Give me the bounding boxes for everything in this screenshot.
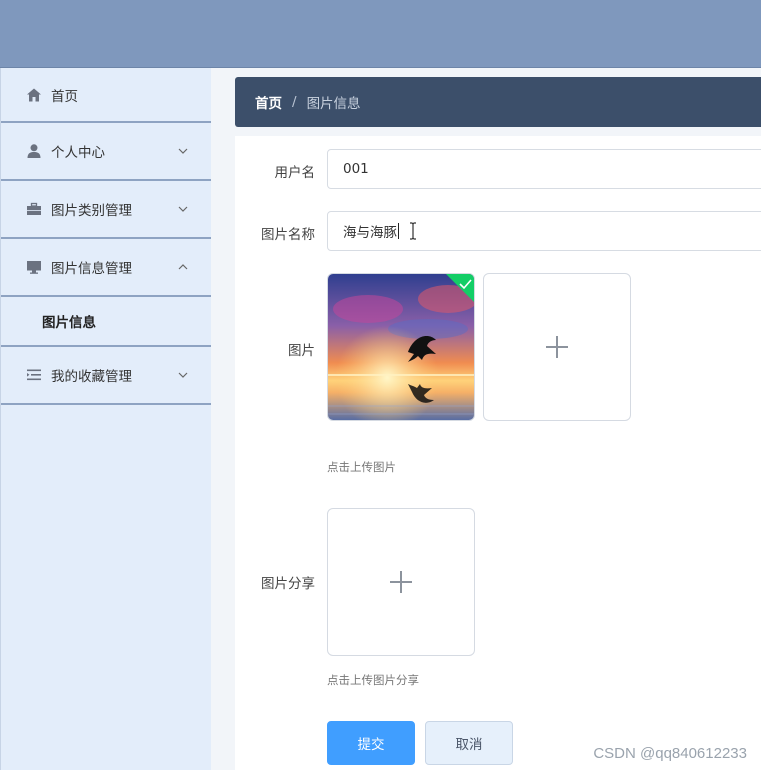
sidebar-subitem-image-info[interactable]: 图片信息: [1, 297, 211, 347]
sidebar-item-label: 图片类别管理: [51, 203, 132, 219]
csdn-watermark: CSDN @qq840612233: [593, 745, 747, 762]
text-caret: [398, 223, 399, 239]
sidebar-item-label: 图片信息管理: [51, 261, 132, 277]
image-share-upload-button[interactable]: [327, 508, 475, 656]
breadcrumb-current: 图片信息: [306, 96, 361, 112]
briefcase-icon: [25, 200, 43, 218]
list-icon: [25, 366, 43, 384]
image-label: 图片: [288, 343, 315, 359]
sidebar-item-label: 我的收藏管理: [51, 369, 132, 385]
breadcrumb: 首页 / 图片信息: [235, 77, 761, 127]
breadcrumb-home-link[interactable]: 首页: [255, 92, 282, 112]
monitor-icon: [25, 258, 43, 276]
chevron-down-icon: [178, 206, 188, 212]
image-name-value: 海与海豚: [343, 225, 397, 241]
sidebar: 首页 个人中心 图片类别管理 图片信息管理 图片信息 我的收藏管理: [0, 68, 211, 770]
user-icon: [25, 142, 43, 160]
sidebar-item-my-favorites[interactable]: 我的收藏管理: [1, 347, 211, 405]
plus-icon: [390, 571, 412, 593]
submit-button[interactable]: 提交: [327, 721, 415, 765]
home-icon: [25, 86, 43, 104]
image-upload-button[interactable]: [483, 273, 631, 421]
sidebar-subitem-label: 图片信息: [42, 315, 96, 331]
main-content: 首页 / 图片信息 用户名 001 图片名称 海与海豚 图片 点击上传图片 图片…: [211, 68, 761, 770]
uploaded-image-thumbnail[interactable]: [327, 273, 475, 421]
image-name-input[interactable]: 海与海豚: [327, 211, 761, 251]
username-input[interactable]: 001: [327, 149, 761, 189]
image-upload-tip: 点击上传图片: [327, 460, 396, 474]
image-share-upload-tip: 点击上传图片分享: [327, 673, 419, 687]
username-label: 用户名: [274, 165, 316, 181]
sidebar-item-label: 首页: [51, 88, 78, 105]
top-header-bar: [0, 0, 761, 68]
chevron-down-icon: [178, 148, 188, 154]
cancel-button[interactable]: 取消: [425, 721, 513, 765]
username-value: 001: [343, 161, 369, 177]
image-info-form: 用户名 001 图片名称 海与海豚 图片 点击上传图片 图片分享 点击上传图片分…: [235, 136, 761, 770]
breadcrumb-separator: /: [292, 94, 297, 110]
text-cursor-icon: [410, 222, 416, 240]
image-share-label: 图片分享: [261, 576, 315, 592]
sidebar-item-home[interactable]: 首页: [1, 68, 211, 123]
chevron-down-icon: [178, 372, 188, 378]
plus-icon: [546, 336, 568, 358]
chevron-up-icon: [178, 264, 188, 270]
sidebar-item-image-category[interactable]: 图片类别管理: [1, 181, 211, 239]
sidebar-item-personal-center[interactable]: 个人中心: [1, 123, 211, 181]
image-name-label: 图片名称: [261, 227, 315, 243]
sidebar-item-image-info-manage[interactable]: 图片信息管理: [1, 239, 211, 297]
dolphin-sunset-image: [328, 274, 474, 420]
sidebar-item-label: 个人中心: [51, 145, 105, 161]
